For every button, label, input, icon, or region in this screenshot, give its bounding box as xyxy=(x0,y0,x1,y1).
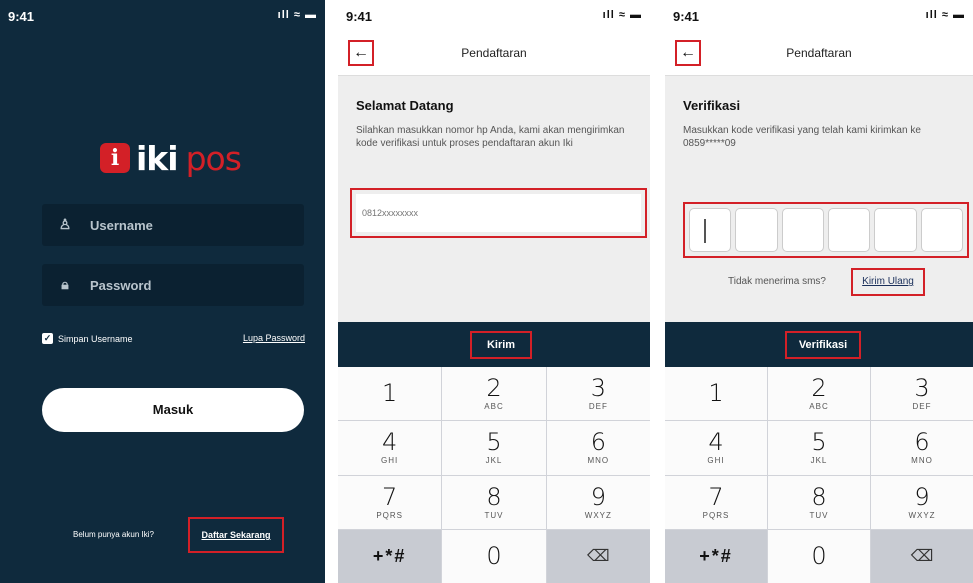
send-button[interactable]: Kirim xyxy=(470,331,532,359)
key-6[interactable]: 6 MNO xyxy=(871,421,973,475)
nav-bar: ← Pendaftaran xyxy=(665,28,973,76)
key-0[interactable]: 0 xyxy=(768,529,870,583)
status-bar: 9:41 ıll ≈ ▬ xyxy=(338,0,650,28)
key-2[interactable]: 2 ABC xyxy=(442,367,546,421)
key-3[interactable]: 3 DEF xyxy=(546,367,650,421)
key-2[interactable]: 2 ABC xyxy=(768,367,870,421)
otp-digit-3[interactable] xyxy=(781,208,824,252)
key-4[interactable]: 4 GHI xyxy=(665,421,767,475)
login-button[interactable]: Masuk xyxy=(42,388,304,432)
delete-key[interactable]: ⌫ xyxy=(871,529,973,583)
register-now-link[interactable]: Daftar Sekarang xyxy=(188,517,284,553)
key-0[interactable]: 0 xyxy=(442,529,546,583)
username-field[interactable]: ♙ Username xyxy=(42,204,304,246)
otp-digit-4[interactable] xyxy=(827,208,871,252)
otp-digit-2[interactable] xyxy=(735,208,778,252)
otp-digit-6[interactable] xyxy=(920,208,963,252)
nav-bar: ← Pendaftaran xyxy=(338,28,650,76)
nav-title: Pendaftaran xyxy=(786,46,852,60)
phone-input-highlight xyxy=(350,188,647,238)
key-5[interactable]: 5 JKL xyxy=(442,421,546,475)
key-5[interactable]: 5 JKL xyxy=(768,421,870,475)
forgot-password-link[interactable]: Lupa Password xyxy=(243,333,305,343)
page-title: Verifikasi xyxy=(683,98,741,113)
otp-input-group xyxy=(683,202,969,258)
numeric-keypad: 1 2 ABC 3 DEF 4 GHI 5 JKL 6 MNO 7 PQRS 8 TUV 9W… xyxy=(338,367,650,583)
checkmark-icon: ✓ xyxy=(42,333,53,344)
action-bar: Kirim xyxy=(338,322,650,367)
key-1[interactable]: 1 xyxy=(338,367,442,421)
page-description: Masukkan kode verifikasi yang telah kami… xyxy=(683,125,921,149)
status-time: 9:41 xyxy=(346,9,373,24)
no-account-text: Belum punya akun Iki? xyxy=(73,530,154,539)
delete-key[interactable]: ⌫ xyxy=(546,529,650,583)
status-bar: 9:41 ıll ≈ ▬ xyxy=(665,0,973,28)
otp-digit-1[interactable] xyxy=(689,208,732,252)
key-6[interactable]: 6 MNO xyxy=(546,421,650,475)
key-1[interactable]: 1 xyxy=(665,367,767,421)
status-bar: 9:41 ıll ≈ ▬ xyxy=(0,0,325,28)
nav-title: Pendaftaran xyxy=(461,46,527,60)
register-screen: 9:41 ıll ≈ ▬ ← Pendaftaran Selamat Datan… xyxy=(338,0,650,583)
login-screen: 9:41 ıll ≈ ▬ i iki pos ♙ Username 🔒︎ Pas… xyxy=(0,0,325,583)
page-title: Selamat Datang xyxy=(356,98,454,113)
key-3[interactable]: 3 DEF xyxy=(871,367,973,421)
backspace-icon: ⌫ xyxy=(910,548,934,566)
logo-badge: i xyxy=(100,143,130,173)
signal-wifi-battery-icon: ıll ≈ ▬ xyxy=(602,9,642,21)
remember-username-checkbox[interactable]: ✓ Simpan Username xyxy=(42,333,133,344)
key-8[interactable]: 8 TUV xyxy=(442,475,546,529)
phone-number-input[interactable] xyxy=(356,194,641,232)
remember-label: Simpan Username xyxy=(58,333,133,344)
resend-link[interactable]: Kirim Ulang xyxy=(851,268,925,296)
logo-text-pos: pos xyxy=(185,138,242,178)
key-symbols[interactable]: +*# xyxy=(665,529,767,583)
username-placeholder: Username xyxy=(90,217,153,233)
lock-icon: 🔒︎ xyxy=(61,276,69,292)
page-description: Silahkan masukkan nomor hp Anda, kami ak… xyxy=(356,125,625,149)
logo-text-iki: iki xyxy=(136,138,179,178)
key-7[interactable]: 7 PQRS xyxy=(665,475,767,529)
key-9[interactable]: 9 WXYZ xyxy=(871,475,973,529)
password-field[interactable]: 🔒︎ Password xyxy=(42,264,304,306)
numeric-keypad: 1 2 ABC 3 DEF 4 GHI 5 JKL 6 MNO 7 PQRS 8 TUV 9W… xyxy=(665,367,973,583)
text-caret xyxy=(704,219,706,243)
ikipos-logo: i iki pos xyxy=(100,138,242,178)
password-placeholder: Password xyxy=(90,277,152,293)
verification-screen: 9:41 ıll ≈ ▬ ← Pendaftaran Verifikasi Ma… xyxy=(665,0,973,583)
action-bar: Verifikasi xyxy=(665,322,973,367)
user-icon: ♙ xyxy=(58,216,72,232)
status-time: 9:41 xyxy=(673,9,700,24)
otp-digit-5[interactable] xyxy=(874,208,917,252)
resend-prompt: Tidak menerima sms? xyxy=(728,276,826,287)
backspace-icon: ⌫ xyxy=(587,548,610,566)
key-4[interactable]: 4 GHI xyxy=(338,421,442,475)
verify-button[interactable]: Verifikasi xyxy=(785,331,861,359)
signal-wifi-battery-icon: ıll ≈ ▬ xyxy=(277,9,317,21)
signal-wifi-battery-icon: ıll ≈ ▬ xyxy=(925,9,965,21)
status-time: 9:41 xyxy=(8,9,35,24)
key-8[interactable]: 8 TUV xyxy=(768,475,870,529)
key-9[interactable]: 9 WXYZ xyxy=(546,475,650,529)
key-7[interactable]: 7 PQRS xyxy=(338,475,442,529)
key-symbols[interactable]: +*# xyxy=(338,529,442,583)
